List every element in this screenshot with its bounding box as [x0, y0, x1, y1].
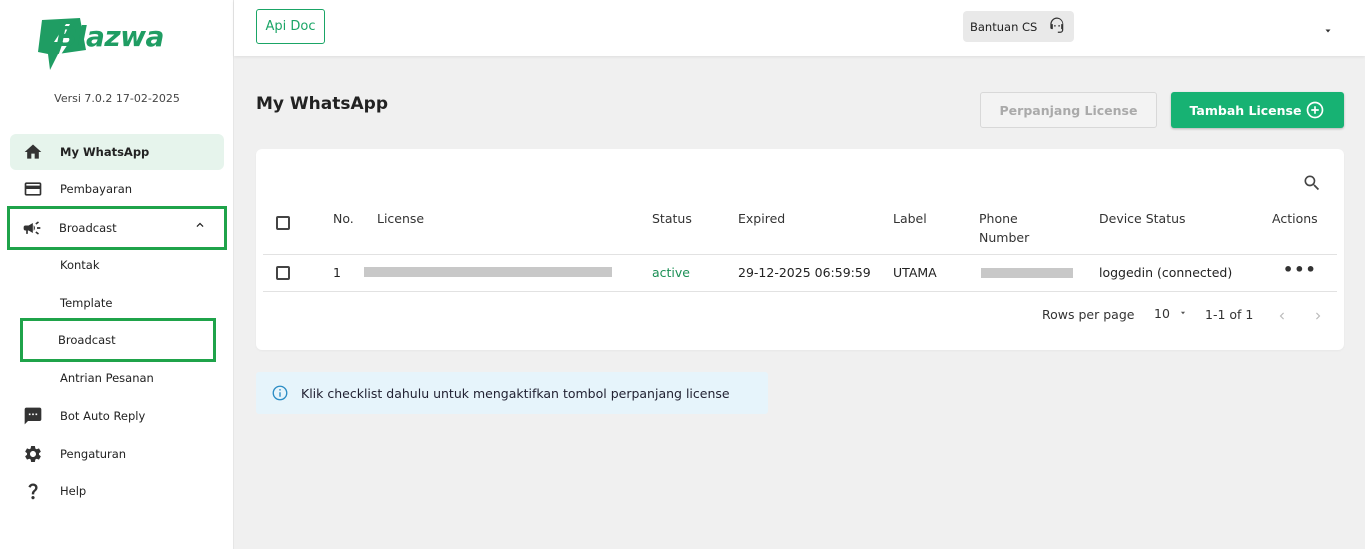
column-header-device-status: Device Status [1099, 211, 1186, 226]
rows-per-page-value: 10 [1154, 306, 1170, 321]
column-header-phone: Phone [979, 211, 1018, 226]
support-agent-icon [1047, 15, 1067, 38]
page-title: My WhatsApp [256, 94, 388, 114]
sidebar-item-label: My WhatsApp [60, 145, 150, 159]
sidebar-item-label: Help [60, 484, 87, 498]
top-bar: Api Doc Bantuan CS [234, 0, 1365, 56]
sidebar-item-my-whatsapp[interactable]: My WhatsApp [10, 134, 224, 170]
brand-name-prefix: Blaz [56, 20, 121, 53]
table-header-divider [263, 254, 1337, 255]
previous-page-icon[interactable] [1275, 308, 1289, 327]
row-no: 1 [333, 265, 341, 280]
info-text: Klik checklist dahulu untuk mengaktifkan… [301, 385, 730, 401]
column-header-phone-number: Number [979, 230, 1030, 245]
sidebar-item-pembayaran[interactable]: Pembayaran [10, 171, 224, 207]
row-label: UTAMA [893, 265, 937, 280]
table-row-divider [263, 291, 1337, 292]
sidebar-item-label: Pengaturan [60, 447, 127, 461]
bantuan-cs-button[interactable]: Bantuan CS [963, 11, 1074, 42]
tambah-license-button[interactable]: Tambah License [1171, 92, 1344, 128]
credit-card-icon [22, 178, 44, 200]
question-icon [22, 480, 44, 502]
sidebar: Blazwa Versi 7.0.2 17-02-2025 My WhatsAp… [0, 0, 234, 549]
account-menu-caret-icon[interactable] [1322, 22, 1334, 41]
chat-icon [22, 405, 44, 427]
column-header-license: License [377, 211, 425, 226]
status-badge: active [652, 265, 690, 280]
row-checkbox[interactable] [276, 266, 290, 280]
bantuan-cs-label: Bantuan CS [970, 19, 1038, 34]
column-header-no: No. [333, 211, 354, 226]
sidebar-subitem-kontak[interactable]: Kontak [24, 247, 212, 283]
sidebar-item-label: Bot Auto Reply [60, 409, 146, 423]
sidebar-subitem-antrian-pesanan[interactable]: Antrian Pesanan [24, 360, 212, 396]
add-circle-icon [1305, 100, 1325, 120]
sidebar-subitem-label: Template [60, 296, 113, 310]
column-header-actions: Actions [1272, 211, 1318, 226]
rows-per-page-label: Rows per page [1042, 307, 1135, 322]
pagination-range: 1-1 of 1 [1205, 307, 1254, 322]
phone-number-redacted [981, 268, 1073, 278]
select-all-checkbox[interactable] [276, 216, 290, 230]
sidebar-item-label: Pembayaran [60, 182, 133, 196]
row-expired: 29-12-2025 06:59:59 [738, 265, 871, 280]
brand-name-suffix: wa [120, 20, 164, 53]
rows-per-page-select[interactable]: 10 [1154, 306, 1188, 321]
sidebar-item-broadcast[interactable]: Broadcast [7, 206, 227, 250]
search-icon[interactable] [1302, 173, 1322, 197]
license-key-redacted [364, 267, 612, 277]
column-header-expired: Expired [738, 211, 786, 226]
row-device-status: loggedin (connected) [1099, 265, 1233, 280]
sidebar-item-bot-auto-reply[interactable]: Bot Auto Reply [10, 398, 224, 434]
sidebar-item-label: Broadcast [59, 221, 117, 235]
brand-name: Blazwa [56, 20, 164, 53]
megaphone-icon [21, 217, 43, 239]
license-table-card: No. License Status Expired Label Phone N… [256, 149, 1344, 350]
app-version: Versi 7.0.2 17-02-2025 [54, 92, 180, 105]
sidebar-subitem-label: Kontak [60, 258, 100, 272]
sidebar-subitem-template[interactable]: Template [24, 285, 212, 321]
sidebar-subitem-label: Antrian Pesanan [60, 371, 154, 385]
info-banner: Klik checklist dahulu untuk mengaktifkan… [256, 372, 768, 414]
next-page-icon[interactable] [1311, 308, 1325, 327]
sidebar-item-help[interactable]: Help [10, 473, 224, 509]
column-header-status: Status [652, 211, 692, 226]
gear-icon [22, 443, 44, 465]
tambah-license-label: Tambah License [1189, 102, 1302, 118]
info-icon [271, 384, 289, 402]
more-actions-icon[interactable]: ••• [1283, 262, 1317, 278]
sidebar-subitem-broadcast[interactable]: Broadcast [20, 318, 216, 362]
home-icon [22, 141, 44, 163]
chevron-down-icon [1178, 306, 1188, 321]
column-header-label: Label [893, 211, 927, 226]
sidebar-item-pengaturan[interactable]: Pengaturan [10, 436, 224, 472]
sidebar-subitem-label: Broadcast [58, 333, 116, 347]
chevron-up-icon [193, 218, 207, 235]
api-doc-button[interactable]: Api Doc [256, 9, 325, 44]
perpanjang-license-button[interactable]: Perpanjang License [980, 92, 1157, 128]
